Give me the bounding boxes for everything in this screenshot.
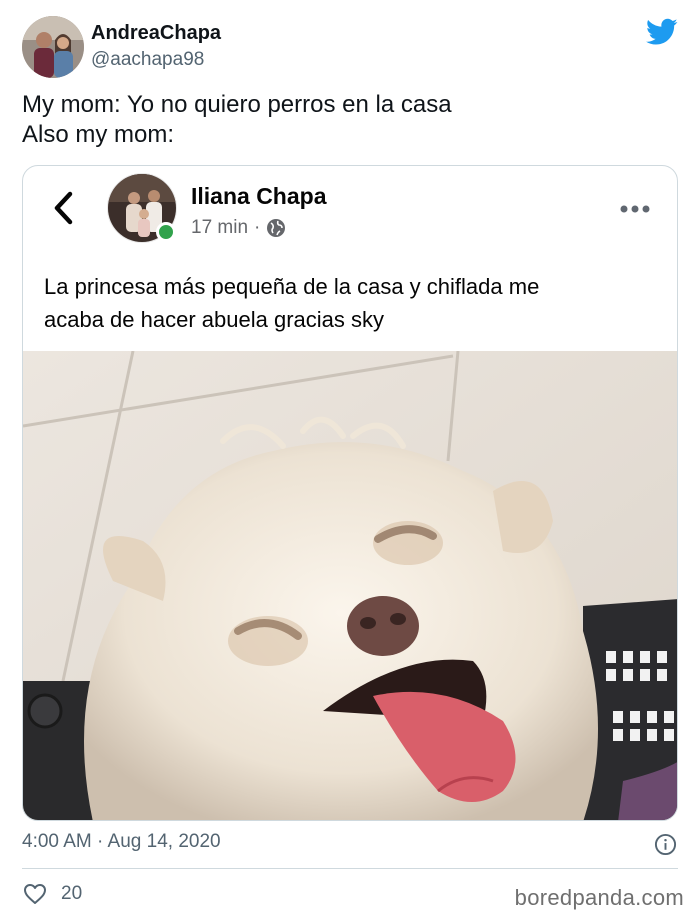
post-photo[interactable]: [23, 351, 677, 820]
tweet-text: My mom: Yo no quiero perros en la casa A…: [22, 90, 672, 150]
post-text-line: acaba de hacer abuela gracias sky: [44, 307, 384, 332]
chevron-left-icon[interactable]: [51, 190, 77, 226]
footer-divider: [22, 868, 678, 869]
online-status-dot: [156, 222, 176, 242]
tweet-header: AndreaChapa @aachapa98: [22, 14, 682, 80]
author-display-name[interactable]: AndreaChapa: [91, 22, 221, 45]
tweet-timestamp[interactable]: 4:00 AM · Aug 14, 2020: [22, 831, 221, 853]
heart-icon[interactable]: [23, 883, 47, 905]
tweet-text-line: Also my mom:: [22, 121, 175, 148]
author-avatar[interactable]: [22, 16, 84, 78]
twitter-bird-icon[interactable]: [646, 18, 678, 46]
more-horizontal-icon[interactable]: [619, 204, 651, 214]
dog-photo: [23, 351, 677, 820]
watermark: boredpanda.com: [514, 885, 684, 910]
post-text: La princesa más pequeña de la casa y chi…: [44, 270, 654, 336]
meta-separator: ·: [254, 217, 261, 238]
tweet-text-line: My mom: Yo no quiero perros en la casa: [22, 91, 452, 118]
info-icon[interactable]: [654, 833, 677, 856]
post-author-name[interactable]: Iliana Chapa: [191, 183, 326, 210]
post-text-line: La princesa más pequeña de la casa y chi…: [44, 274, 540, 299]
author-handle[interactable]: @aachapa98: [91, 49, 204, 71]
globe-icon: [267, 219, 286, 237]
post-meta: 17 min ·: [191, 217, 286, 239]
like-count[interactable]: 20: [61, 883, 82, 905]
post-time[interactable]: 17 min: [191, 217, 248, 239]
embedded-post-card[interactable]: Iliana Chapa 17 min · La princesa más pe…: [22, 165, 678, 821]
